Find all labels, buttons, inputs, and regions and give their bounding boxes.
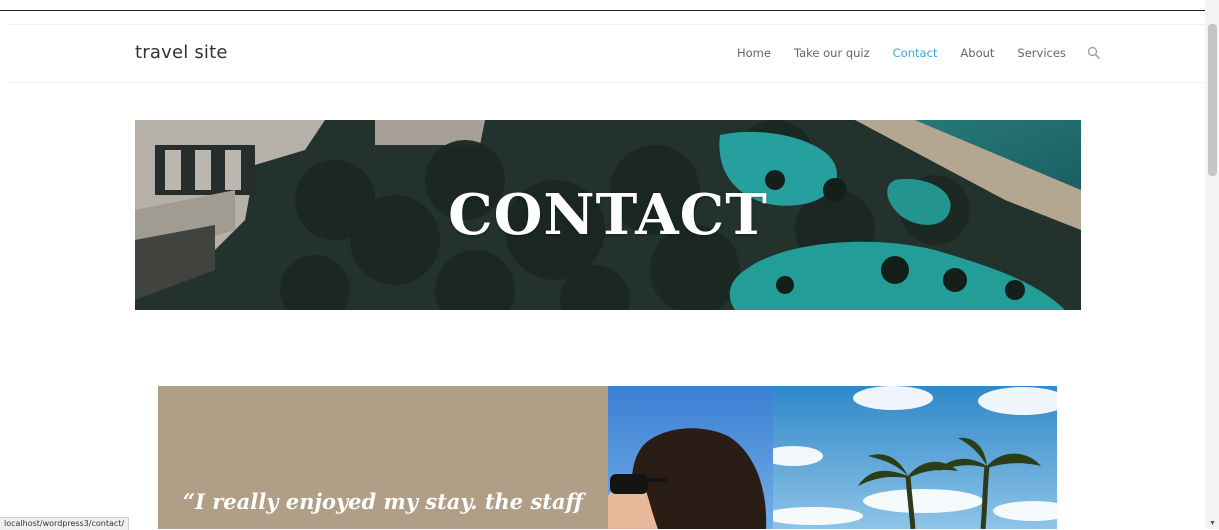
- site-logo[interactable]: travel site: [135, 42, 228, 63]
- nav-item-home[interactable]: Home: [737, 46, 771, 60]
- window-top-border: [0, 10, 1205, 11]
- nav-item-quiz[interactable]: Take our quiz: [794, 46, 870, 60]
- hero-title: CONTACT: [448, 182, 768, 248]
- hero-banner: CONTACT: [135, 120, 1081, 310]
- nav-item-about[interactable]: About: [960, 46, 994, 60]
- palm-trees-photo: [773, 386, 1057, 529]
- nav-item-contact[interactable]: Contact: [893, 46, 938, 60]
- woman-sunglasses-photo: [608, 386, 773, 529]
- nav-item-services[interactable]: Services: [1017, 46, 1066, 60]
- browser-status-url: localhost/wordpress3/contact/: [0, 517, 130, 530]
- scroll-down-arrow-icon[interactable]: ▼: [1209, 520, 1216, 527]
- main-navigation: Home Take our quiz Contact About Service…: [737, 46, 1101, 60]
- search-icon[interactable]: [1087, 46, 1101, 60]
- testimonial-quote: “I really enjoyed my stay. the staff: [183, 489, 583, 514]
- scrollbar-thumb[interactable]: [1208, 24, 1217, 176]
